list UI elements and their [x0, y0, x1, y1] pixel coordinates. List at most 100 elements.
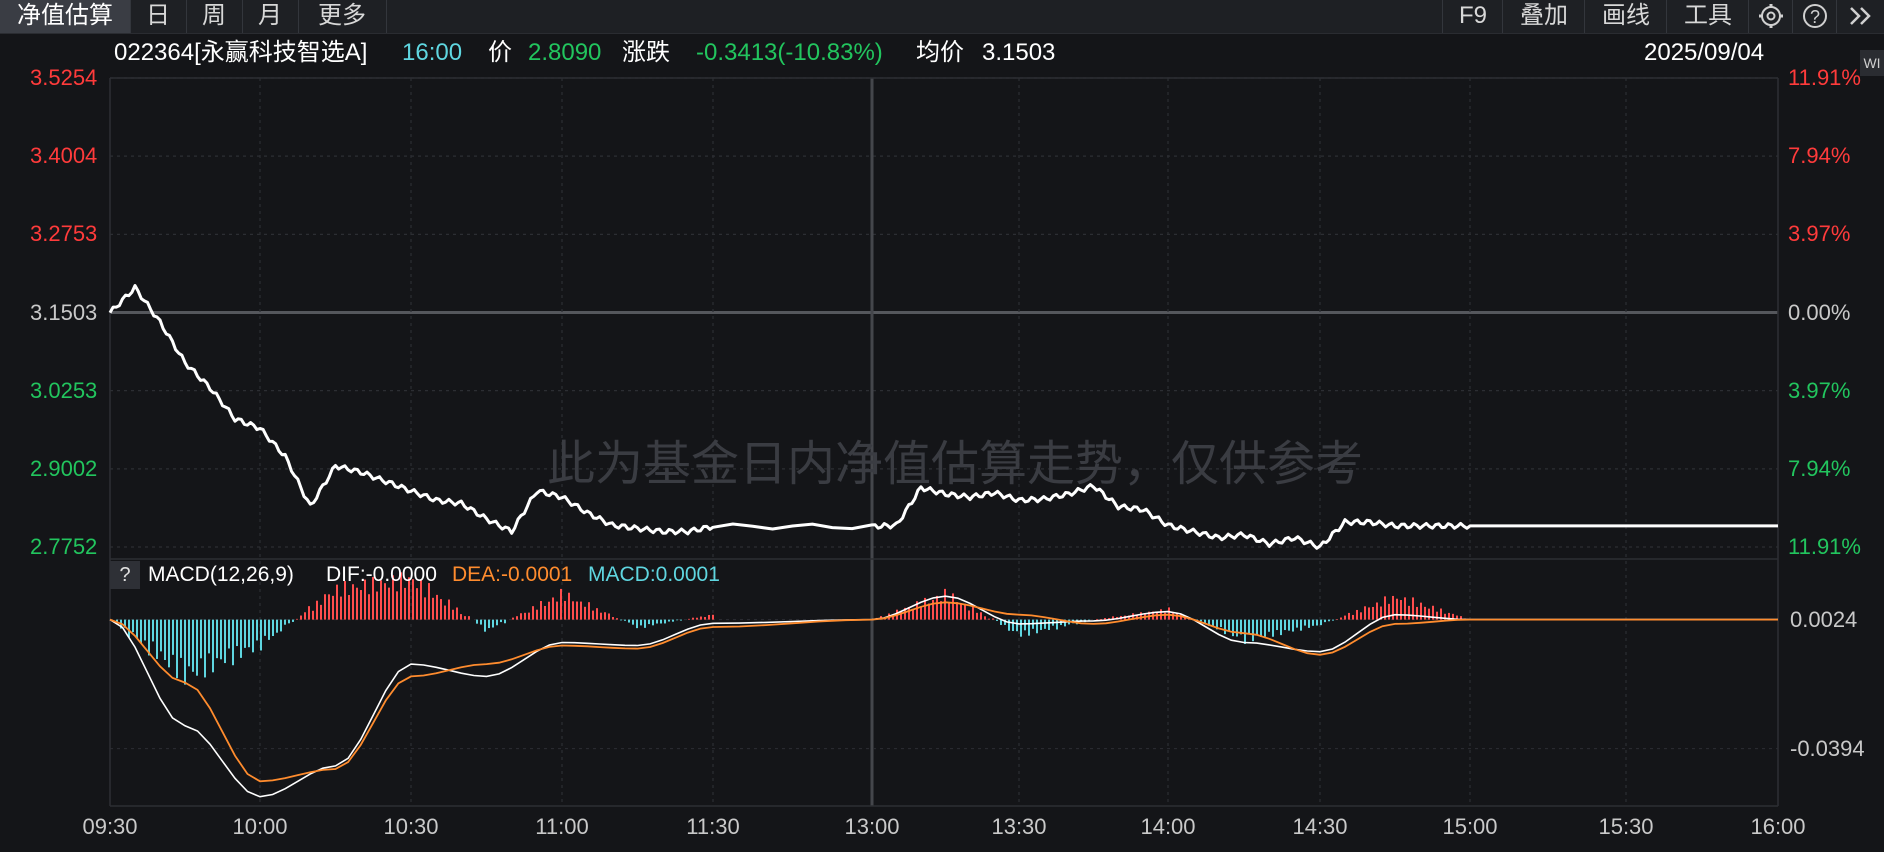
- macd-histogram-bar: [1172, 613, 1174, 620]
- macd-histogram-bar: [628, 619, 630, 623]
- macd-histogram-bar: [1420, 602, 1422, 620]
- macd-histogram-bar: [272, 619, 274, 637]
- macd-histogram-bar: [468, 616, 470, 620]
- macd-histogram-bar: [676, 619, 678, 621]
- macd-histogram-bar: [1164, 612, 1166, 620]
- macd-histogram-bar: [184, 619, 186, 685]
- macd-histogram-bar: [680, 619, 682, 621]
- macd-histogram-bar: [416, 588, 418, 620]
- macd-histogram-bar: [176, 619, 178, 679]
- macd-histogram-bar: [312, 610, 314, 620]
- macd-histogram-bar: [552, 597, 554, 620]
- macd-histogram-bar: [988, 618, 990, 620]
- macd-histogram-bar: [280, 619, 282, 632]
- macd-histogram-bar: [616, 618, 618, 620]
- macd-histogram-bar: [568, 592, 570, 620]
- macd-histogram-bar: [692, 617, 694, 620]
- macd-histogram-bar: [348, 595, 350, 620]
- macd-histogram-bar: [624, 619, 626, 621]
- macd-histogram-bar: [1408, 605, 1410, 620]
- macd-histogram-bar: [316, 600, 318, 620]
- macd-histogram-bar: [1020, 619, 1022, 637]
- macd-histogram-bar: [360, 590, 362, 620]
- x-tick-label: 11:00: [535, 814, 589, 839]
- macd-y-tick-label: -0.0394: [1790, 735, 1865, 761]
- macd-histogram-bar: [1364, 606, 1366, 620]
- macd-help-button[interactable]: ?: [110, 561, 140, 589]
- macd-histogram-bar: [168, 619, 170, 668]
- macd-histogram-bar: [212, 619, 214, 673]
- macd-histogram-bar: [308, 606, 310, 620]
- macd-histogram-bar: [328, 594, 330, 620]
- macd-histogram-bar: [1304, 619, 1306, 626]
- macd-histogram-bar: [356, 587, 358, 620]
- macd-histogram-bar: [964, 603, 966, 620]
- macd-histogram-bar: [584, 606, 586, 620]
- y-tick-label-left: 3.0253: [30, 377, 98, 403]
- macd-histogram-bar: [556, 601, 558, 620]
- macd-histogram-bar: [1224, 619, 1226, 635]
- macd-histogram-bar: [1012, 619, 1014, 632]
- macd-histogram-bar: [1300, 619, 1302, 631]
- macd-histogram-bar: [160, 619, 162, 652]
- macd-histogram-bar: [1428, 608, 1430, 620]
- macd-histogram-bar: [404, 587, 406, 620]
- macd-histogram-bar: [388, 587, 390, 620]
- macd-histogram-bar: [512, 617, 514, 620]
- macd-histogram-bar: [444, 605, 446, 620]
- macd-histogram-bar: [1320, 619, 1322, 626]
- watermark-text: 此为基金日内净值估算走势，仅供参考: [547, 438, 1363, 491]
- macd-histogram-bar: [448, 599, 450, 620]
- macd-histogram-bar: [164, 619, 166, 660]
- macd-histogram-bar: [572, 601, 574, 620]
- macd-histogram-bar: [240, 619, 242, 658]
- macd-histogram-bar: [480, 619, 482, 625]
- macd-histogram-bar: [216, 619, 218, 659]
- macd-histogram-bar: [276, 619, 278, 633]
- macd-histogram-bar: [576, 601, 578, 620]
- y-tick-label-right: 3.97%: [1788, 377, 1851, 403]
- macd-histogram-bar: [1248, 619, 1250, 634]
- macd-histogram-bar: [580, 601, 582, 620]
- macd-histogram-bar: [304, 612, 306, 620]
- macd-histogram-bar: [128, 619, 130, 638]
- macd-histogram-bar: [1040, 619, 1042, 630]
- macd-histogram-bar: [1424, 606, 1426, 620]
- macd-histogram-bar: [640, 619, 642, 626]
- y-tick-label-right: 7.94%: [1788, 143, 1851, 169]
- macd-histogram-bar: [192, 619, 194, 672]
- macd-histogram-bar: [1236, 619, 1238, 637]
- macd-histogram-bar: [532, 606, 534, 620]
- macd-histogram-bar: [1340, 617, 1342, 620]
- macd-histogram-bar: [592, 610, 594, 620]
- macd-histogram-bar: [1336, 619, 1338, 620]
- macd-histogram-bar: [452, 609, 454, 620]
- macd-histogram-bar: [1028, 619, 1030, 636]
- macd-histogram-bar: [132, 619, 134, 633]
- macd-histogram-bar: [260, 619, 262, 651]
- macd-histogram-bar: [688, 618, 690, 620]
- price-chart[interactable]: 此为基金日内净值估算走势，仅供参考: [0, 0, 1884, 852]
- macd-histogram-bar: [528, 612, 530, 620]
- macd-histogram-bar: [432, 597, 434, 620]
- y-tick-label-left: 2.9002: [30, 455, 98, 481]
- macd-histogram-bar: [956, 602, 958, 620]
- macd-histogram-bar: [152, 619, 154, 642]
- macd-histogram-bar: [672, 619, 674, 622]
- macd-histogram-bar: [660, 619, 662, 624]
- macd-histogram-bar: [288, 619, 290, 624]
- macd-histogram-bar: [1056, 619, 1058, 630]
- macd-histogram-bar: [1308, 619, 1310, 628]
- macd-histogram-bar: [1100, 619, 1102, 620]
- macd-histogram-bar: [1360, 612, 1362, 620]
- macd-histogram-bar: [1324, 619, 1326, 623]
- macd-histogram-bar: [600, 612, 602, 620]
- macd-histogram-bar: [1356, 609, 1358, 620]
- macd-histogram-bar: [488, 619, 490, 629]
- macd-histogram-bar: [1280, 619, 1282, 636]
- macd-histogram-bar: [148, 619, 150, 656]
- macd-histogram-bar: [264, 619, 266, 636]
- macd-histogram-bar: [460, 614, 462, 620]
- macd-histogram-bar: [1096, 618, 1098, 620]
- macd-histogram-bar: [992, 618, 994, 620]
